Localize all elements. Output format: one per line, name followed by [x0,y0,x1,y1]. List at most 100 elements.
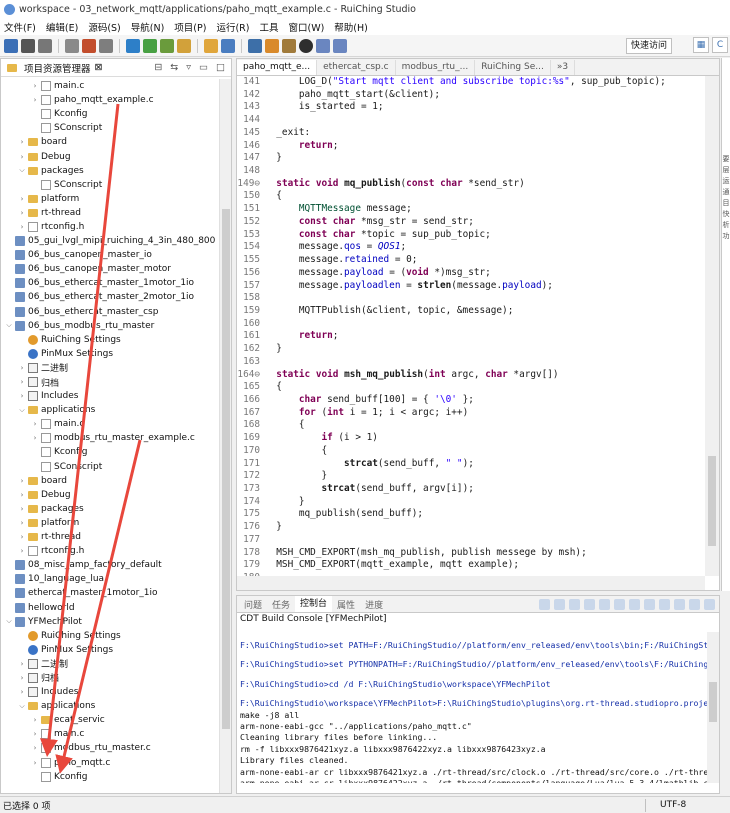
tree-item[interactable]: › Includes [1,685,219,699]
code-line[interactable]: 154 message.qos = QOS1; [237,241,705,254]
tree-item[interactable]: 10_language_lua [1,572,219,586]
code-line[interactable]: 144 [237,114,705,127]
tree-item[interactable]: 08_misc_amp_factory_default [1,558,219,572]
collapse-arrow-icon[interactable]: › [31,744,39,752]
editor-tab[interactable]: paho_mqtt_e... [237,60,318,75]
console-tool-icon[interactable] [614,598,625,610]
tree-item[interactable]: › platform [1,192,219,206]
code-line[interactable]: 143 is_started = 1; [237,101,705,114]
tools-icon[interactable] [265,38,279,53]
code-line[interactable]: 173 strcat(send_buff, argv[i]); [237,483,705,496]
tree-item[interactable]: 05_gui_lvgl_mipi_ruiching_4_3in_480_800 [1,234,219,248]
menu-item[interactable]: 编辑(E) [46,20,78,34]
expand-arrow-icon[interactable]: ⌵ [18,166,26,175]
code-line[interactable]: 163 [237,356,705,369]
collapse-arrow-icon[interactable]: › [31,434,39,442]
collapse-arrow-icon[interactable]: › [31,730,39,738]
console-tab[interactable]: 进度 [360,598,388,611]
scrollbar-thumb[interactable] [709,682,717,722]
tree-item[interactable]: 06_bus_canopen_master_motor [1,262,219,276]
forward-icon[interactable] [333,38,347,53]
code-line[interactable]: 174 } [237,496,705,509]
code-line[interactable]: 166 char send_buff[100] = { '\0' }; [237,394,705,407]
link-editor-icon[interactable]: ⇆ [170,62,178,73]
tree-item[interactable]: › 二进制 [1,657,219,671]
code-line[interactable]: 169 if (i > 1) [237,432,705,445]
collapse-arrow-icon[interactable]: › [18,533,26,541]
collapse-arrow-icon[interactable]: › [31,759,39,767]
code-line[interactable]: 150 { [237,190,705,203]
tree-item[interactable]: › 归档 [1,671,219,685]
tree-item[interactable]: Kconfig [1,770,219,784]
code-line[interactable]: 145 _exit: [237,127,705,140]
tree-item[interactable]: › Debug [1,488,219,502]
collapse-arrow-icon[interactable]: › [18,223,26,231]
editor-tab[interactable]: RuiChing Se... [475,60,551,75]
open-perspective-icon[interactable]: ▦ [693,37,709,53]
minimize-icon[interactable]: ▭ [199,62,208,73]
code-line[interactable]: 152 const char *msg_str = send_str; [237,216,705,229]
console-tab[interactable]: 属性 [332,598,360,611]
tree-item[interactable]: SConscript [1,121,219,135]
console-tab[interactable]: 问题 [239,598,267,611]
tree-item[interactable]: › main.c [1,79,219,93]
console-tool-icon[interactable] [674,598,685,610]
console-tool-icon[interactable] [704,598,715,610]
save-icon[interactable] [21,38,35,53]
code-line[interactable]: 141 LOG_D("Start mqtt client and subscri… [237,76,705,89]
tree-item[interactable]: › rtconfig.h [1,544,219,558]
tree-item[interactable]: ⌵ applications [1,699,219,713]
collapse-arrow-icon[interactable]: › [18,364,26,372]
code-line[interactable]: 168 { [237,419,705,432]
collapse-arrow-icon[interactable]: › [18,477,26,485]
code-line[interactable]: 179 MSH_CMD_EXPORT(mqtt_example, mqtt ex… [237,559,705,572]
flash-icon[interactable] [282,38,296,53]
explorer-scrollbar[interactable] [219,79,231,793]
console-tool-icon[interactable] [629,598,640,610]
code-line[interactable]: 161 return; [237,330,705,343]
console-tab[interactable]: 控制台 [295,596,333,612]
tree-item[interactable]: 06_bus_ethercat_master_2motor_1io [1,290,219,304]
collapse-arrow-icon[interactable]: › [18,660,26,668]
run-icon[interactable] [143,38,157,53]
collapse-arrow-icon[interactable]: › [18,209,26,217]
tree-item[interactable]: › modbus_rtu_master_example.c [1,431,219,445]
collapse-arrow-icon[interactable]: › [18,674,26,682]
menu-item[interactable]: 工具 [259,20,278,34]
code-line[interactable]: 172 } [237,470,705,483]
code-line[interactable]: 177 [237,534,705,547]
code-line[interactable]: 167 for (int i = 1; i < argc; i++) [237,407,705,420]
tree-item[interactable]: › rtconfig.h [1,220,219,234]
tree-item[interactable]: › paho_mqtt_example.c [1,93,219,107]
tree-item[interactable]: › Includes [1,389,219,403]
bug-icon[interactable] [160,38,174,53]
new-icon[interactable] [4,38,18,53]
code-line[interactable]: 156 message.payload = (void *)msg_str; [237,267,705,280]
collapse-arrow-icon[interactable]: › [18,519,26,527]
collapse-arrow-icon[interactable]: › [18,153,26,161]
close-icon[interactable]: ⊠ [95,62,103,73]
console-scrollbar[interactable] [707,632,719,783]
debug-icon[interactable] [82,38,96,53]
collapse-arrow-icon[interactable]: › [31,96,39,104]
console-tool-icon[interactable] [599,598,610,610]
layers-icon[interactable] [248,38,262,53]
menu-item[interactable]: 窗口(W) [288,20,324,34]
console-tool-icon[interactable] [569,598,580,610]
editor-tab[interactable]: modbus_rtu_... [396,60,476,75]
search-icon[interactable] [221,38,235,53]
console-tool-icon[interactable] [584,598,595,610]
expand-arrow-icon[interactable]: ⌵ [5,321,13,330]
tree-item[interactable]: Kconfig [1,445,219,459]
code-line[interactable]: 175 mq_publish(send_buff); [237,508,705,521]
code-area[interactable]: 141 LOG_D("Start mqtt client and subscri… [237,76,705,576]
code-line[interactable]: 170 { [237,445,705,458]
globe-icon[interactable] [299,38,313,53]
code-line[interactable]: 149⊖ static void mq_publish(const char *… [237,178,705,191]
tree-item[interactable]: › Debug [1,149,219,163]
tree-item[interactable]: Kconfig [1,107,219,121]
download-icon[interactable] [177,38,191,53]
collapse-arrow-icon[interactable]: › [18,195,26,203]
tree-item[interactable]: ⌵ applications [1,403,219,417]
tree-item[interactable]: RuiChing Settings [1,629,219,643]
